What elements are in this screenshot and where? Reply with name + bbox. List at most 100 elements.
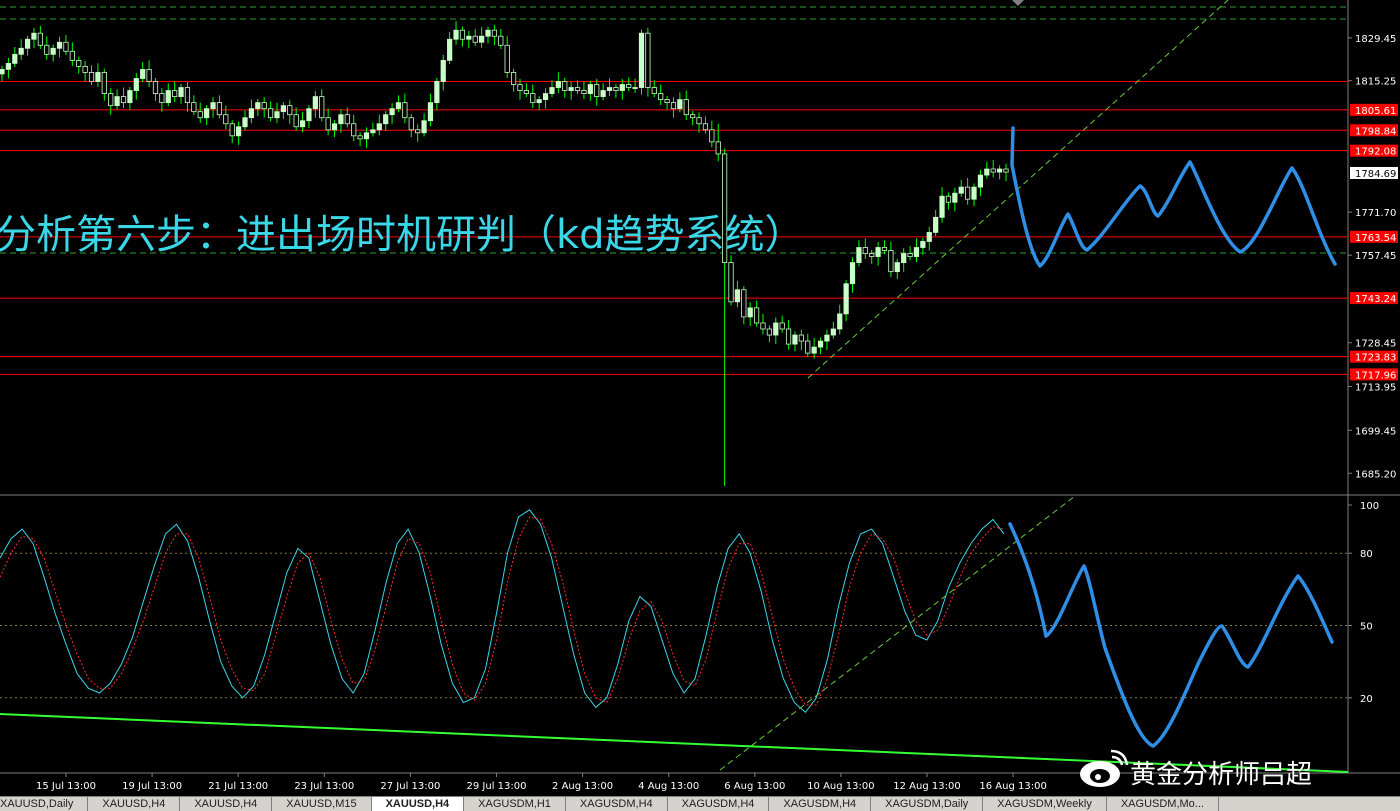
kd-tick-label: 20: [1360, 694, 1373, 705]
tab-xauusd-h4-2[interactable]: XAUUSD,H4: [180, 797, 273, 811]
time-tick-label: 23 Jul 13:00: [294, 781, 354, 792]
candle-body: [76, 59, 82, 67]
candle-body: [683, 99, 689, 116]
candle-body: [491, 29, 498, 37]
price-tick-label: 1728.45: [1355, 339, 1396, 350]
annotation-text: 分析第六步：进出场时机研判（kd趋势系统）: [0, 212, 805, 258]
candle-body: [792, 334, 798, 345]
candle-body: [319, 96, 325, 119]
tab-xagusdm-mo--11[interactable]: XAGUSDM,Mo...: [1107, 797, 1219, 811]
price-chart-window[interactable]: 1805.61 1798.84 1792.08 1763.54 1743.24 1723.…: [0, 0, 1400, 796]
candle-body: [453, 29, 459, 40]
candle-body: [447, 38, 453, 61]
candle-body: [1003, 168, 1009, 173]
time-tick-label: 19 Jul 13:00: [122, 781, 182, 792]
price-tick-label: 1815.25: [1355, 77, 1396, 88]
candle-body: [299, 120, 306, 128]
tab-xagusdm-h4-6[interactable]: XAGUSDM,H4: [566, 797, 668, 811]
candle-body: [242, 117, 248, 128]
kd-tick-label: 50: [1360, 622, 1373, 633]
candle-body: [824, 334, 830, 342]
candle-body: [37, 32, 43, 46]
candle-body: [312, 96, 318, 110]
candle-body: [165, 90, 171, 104]
candle-body: [939, 195, 945, 218]
tab-xauusd-daily-0[interactable]: XAUUSD,Daily: [0, 797, 89, 811]
symbol-tab-bar: XAUUSD,Daily XAUUSD,H4 XAUUSD,H4 XAUUSD,M15…: [0, 796, 1400, 811]
candle-body: [421, 120, 427, 134]
candle-body: [977, 174, 984, 188]
candle-body: [670, 102, 677, 110]
candle-body: [184, 87, 191, 104]
candle-body: [63, 41, 69, 52]
candle-body: [984, 168, 990, 176]
candle-body: [837, 313, 843, 330]
candle-body: [370, 129, 376, 134]
time-tick-label: 29 Jul 13:00: [467, 781, 527, 792]
candle-body: [869, 253, 875, 257]
candle-body: [690, 114, 696, 119]
candle-body: [702, 123, 709, 131]
candle-body: [56, 41, 63, 49]
price-tick-label: 1685.20: [1355, 469, 1396, 480]
tab-xagusdm-weekly-10[interactable]: XAGUSDM,Weekly: [983, 797, 1107, 811]
tab-xagusdm-h4-7[interactable]: XAGUSDM,H4: [668, 797, 770, 811]
candle-body: [530, 93, 536, 104]
candle-body: [626, 84, 632, 88]
price-level-label: 1792.08: [1355, 147, 1396, 158]
candle-body: [0, 69, 5, 75]
candle-body: [152, 81, 159, 94]
candle-body: [229, 123, 235, 137]
candle-body: [351, 123, 357, 137]
candle-body: [830, 328, 836, 336]
candle-body: [901, 253, 907, 263]
candle-body: [952, 192, 958, 203]
tab-xauusd-h4-1[interactable]: XAUUSD,H4: [88, 797, 181, 811]
tab-xauusd-h4-4[interactable]: XAUUSD,H4: [371, 797, 465, 811]
candle-body: [504, 44, 510, 73]
time-tick-label: 16 Aug 13:00: [979, 781, 1046, 792]
candle-body: [632, 87, 638, 89]
price-level-label: 1763.54: [1355, 233, 1396, 244]
candle-body: [248, 108, 255, 119]
candle-body: [44, 44, 50, 55]
tab-xagusdm-daily-9[interactable]: XAGUSDM,Daily: [871, 797, 984, 811]
candle-body: [894, 262, 900, 273]
candle-body: [779, 322, 785, 330]
candle-body: [811, 346, 817, 354]
candle-body: [133, 78, 139, 91]
candle-body: [127, 90, 133, 104]
price-tick-label: 1829.45: [1355, 34, 1396, 45]
candle-body: [338, 114, 344, 125]
price-level-label: 1743.24: [1355, 294, 1396, 305]
time-tick-label: 6 Aug 13:00: [724, 781, 785, 792]
candle-body: [805, 340, 811, 354]
price-level-label: 1723.83: [1355, 353, 1396, 364]
candle-body: [255, 102, 261, 110]
candle-body: [958, 186, 964, 194]
candle-body: [146, 69, 152, 82]
candle-body: [619, 84, 625, 91]
candle-body: [600, 90, 606, 97]
candle-body: [140, 69, 146, 79]
candle-body: [216, 102, 223, 116]
candle-body: [363, 132, 370, 140]
candle-body: [236, 126, 242, 137]
candle-body: [69, 50, 75, 61]
candle-body: [709, 129, 715, 143]
time-tick-label: 15 Jul 13:00: [36, 781, 96, 792]
candle-body: [798, 334, 804, 342]
tab-xauusd-m15-3[interactable]: XAUUSD,M15: [272, 797, 372, 811]
candle-body: [24, 38, 31, 49]
candle-body: [331, 123, 338, 131]
current-price-label: 1784.69: [1355, 169, 1396, 180]
candle-body: [926, 232, 932, 242]
candle-body: [274, 111, 280, 119]
candle-body: [389, 108, 395, 116]
candle-body: [638, 32, 645, 88]
tab-xagusdm-h4-8[interactable]: XAGUSDM,H4: [769, 797, 872, 811]
tab-xagusdm-h1-5[interactable]: XAGUSDM,H1: [464, 797, 566, 811]
candle-body: [108, 93, 114, 107]
candle-body: [581, 90, 587, 94]
candle-body: [344, 114, 350, 125]
